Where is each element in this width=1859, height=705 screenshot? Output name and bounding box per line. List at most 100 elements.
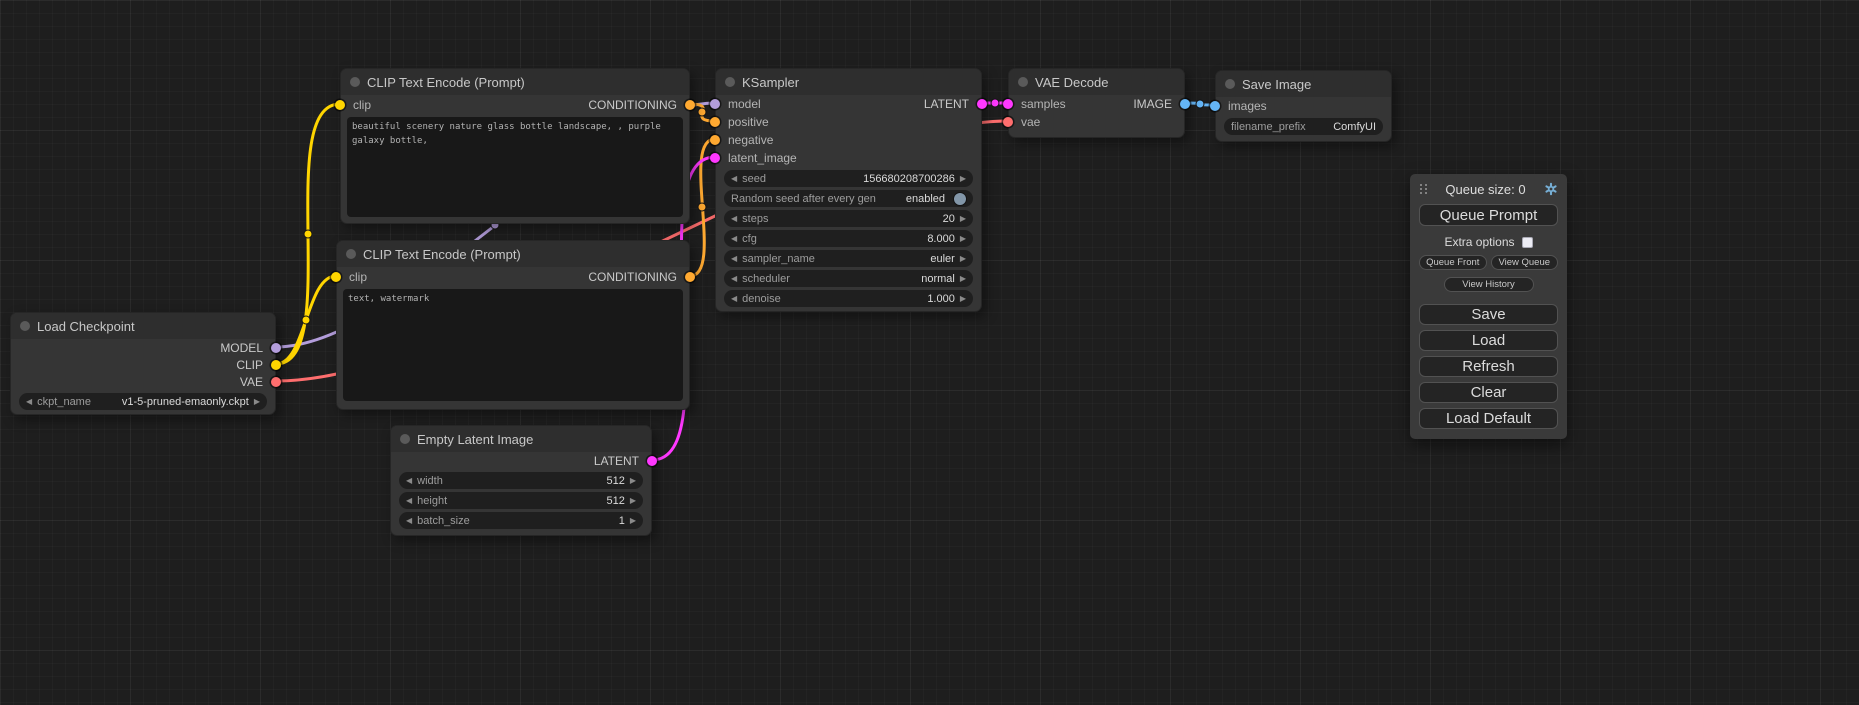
prompt-textarea[interactable]: beautiful scenery nature glass bottle la…	[347, 117, 683, 217]
decrement-arrow-icon[interactable]: ◀	[731, 175, 737, 183]
output-port-latent[interactable]	[977, 99, 987, 109]
increment-arrow-icon[interactable]: ▶	[960, 255, 966, 263]
node-clip-text-encode-negative[interactable]: CLIP Text Encode (Prompt) clip CONDITION…	[336, 240, 690, 410]
decrement-arrow-icon[interactable]: ◀	[731, 295, 737, 303]
widget-denoise[interactable]: ◀ denoise 1.000 ▶	[724, 290, 973, 307]
input-port-clip[interactable]	[331, 272, 341, 282]
node-load-checkpoint[interactable]: Load Checkpoint MODEL CLIP VAE ◀ ckpt_na…	[10, 312, 276, 415]
increment-arrow-icon[interactable]: ▶	[630, 497, 636, 505]
vae-decode-title-bar[interactable]: VAE Decode	[1009, 69, 1184, 95]
output-port-image[interactable]	[1180, 99, 1190, 109]
widget-value: 512	[606, 495, 624, 507]
queue-prompt-button[interactable]: Queue Prompt	[1419, 204, 1558, 226]
clip-encode-negative-title-bar[interactable]: CLIP Text Encode (Prompt)	[337, 241, 689, 267]
empty-latent-title-bar[interactable]: Empty Latent Image	[391, 426, 651, 452]
clip-encode-positive-title-bar[interactable]: CLIP Text Encode (Prompt)	[341, 69, 689, 95]
increment-arrow-icon[interactable]: ▶	[960, 235, 966, 243]
extra-options-label: Extra options	[1444, 235, 1514, 249]
input-port-clip[interactable]	[335, 100, 345, 110]
slot-row-clip-conditioning: clip CONDITIONING	[341, 95, 689, 115]
slot-row-vae: vae	[1009, 113, 1184, 131]
input-port-positive[interactable]	[710, 117, 720, 127]
decrement-arrow-icon[interactable]: ◀	[406, 517, 412, 525]
widget-label: seed	[742, 173, 766, 185]
node-title: Empty Latent Image	[417, 432, 533, 447]
ksampler-title-bar[interactable]: KSampler	[716, 69, 981, 95]
widget-value: ComfyUI	[1333, 121, 1376, 133]
output-port-latent[interactable]	[647, 456, 657, 466]
increment-arrow-icon[interactable]: ▶	[960, 295, 966, 303]
load-button[interactable]: Load	[1419, 330, 1558, 351]
node-save-image[interactable]: Save Image images filename_prefix ComfyU…	[1215, 70, 1392, 142]
widget-value: 1.000	[927, 293, 955, 305]
toggle-knob-icon[interactable]	[954, 193, 966, 205]
save-image-title-bar[interactable]: Save Image	[1216, 71, 1391, 97]
settings-gear-icon[interactable]	[1543, 182, 1558, 197]
decrement-arrow-icon[interactable]: ◀	[731, 235, 737, 243]
decrement-arrow-icon[interactable]: ◀	[406, 497, 412, 505]
widget-sampler-name[interactable]: ◀ sampler_name euler ▶	[724, 250, 973, 267]
save-button[interactable]: Save	[1419, 304, 1558, 325]
widget-value: v1-5-pruned-emaonly.ckpt	[122, 396, 249, 408]
decrement-arrow-icon[interactable]: ◀	[731, 255, 737, 263]
collapse-dot[interactable]	[725, 77, 735, 87]
output-port-model[interactable]	[271, 343, 281, 353]
widget-value: 20	[943, 213, 955, 225]
widget-random-seed-toggle[interactable]: Random seed after every gen enabled	[724, 190, 973, 207]
widget-batch-size[interactable]: ◀ batch_size 1 ▶	[399, 512, 643, 529]
slot-row-samples-image: samples IMAGE	[1009, 95, 1184, 113]
graph-canvas[interactable]: Load Checkpoint MODEL CLIP VAE ◀ ckpt_na…	[0, 0, 1859, 705]
collapse-dot[interactable]	[400, 434, 410, 444]
decrement-arrow-icon[interactable]: ◀	[731, 275, 737, 283]
widget-scheduler[interactable]: ◀ scheduler normal ▶	[724, 270, 973, 287]
prompt-textarea[interactable]: text, watermark	[343, 289, 683, 401]
decrement-arrow-icon[interactable]: ◀	[731, 215, 737, 223]
link-midpoint-dot	[698, 108, 706, 116]
widget-width[interactable]: ◀ width 512 ▶	[399, 472, 643, 489]
increment-arrow-icon[interactable]: ▶	[960, 215, 966, 223]
drag-handle-icon[interactable]	[1419, 183, 1428, 195]
output-port-conditioning[interactable]	[685, 272, 695, 282]
input-port-samples[interactable]	[1003, 99, 1013, 109]
output-port-conditioning[interactable]	[685, 100, 695, 110]
collapse-dot[interactable]	[1018, 77, 1028, 87]
node-vae-decode[interactable]: VAE Decode samples IMAGE vae	[1008, 68, 1185, 138]
increment-arrow-icon[interactable]: ▶	[630, 477, 636, 485]
input-label-clip: clip	[349, 270, 367, 284]
widget-cfg[interactable]: ◀ cfg 8.000 ▶	[724, 230, 973, 247]
slot-row-clip-conditioning: clip CONDITIONING	[337, 267, 689, 287]
output-port-clip[interactable]	[271, 360, 281, 370]
widget-filename-prefix[interactable]: filename_prefix ComfyUI	[1224, 118, 1383, 135]
node-ksampler[interactable]: KSampler model LATENT positive negative …	[715, 68, 982, 312]
collapse-dot[interactable]	[346, 249, 356, 259]
widget-ckpt-name[interactable]: ◀ ckpt_name v1-5-pruned-emaonly.ckpt ▶	[19, 393, 267, 410]
collapse-dot[interactable]	[1225, 79, 1235, 89]
view-history-button[interactable]: View History	[1444, 277, 1534, 292]
increment-arrow-icon[interactable]: ▶	[254, 398, 260, 406]
input-port-vae[interactable]	[1003, 117, 1013, 127]
input-port-images[interactable]	[1210, 101, 1220, 111]
input-port-latent-image[interactable]	[710, 153, 720, 163]
widget-steps[interactable]: ◀ steps 20 ▶	[724, 210, 973, 227]
load-checkpoint-title-bar[interactable]: Load Checkpoint	[11, 313, 275, 339]
view-queue-button[interactable]: View Queue	[1491, 255, 1559, 270]
increment-arrow-icon[interactable]: ▶	[630, 517, 636, 525]
input-port-model[interactable]	[710, 99, 720, 109]
extra-options-checkbox[interactable]	[1522, 237, 1533, 248]
widget-seed[interactable]: ◀ seed 156680208700286 ▶	[724, 170, 973, 187]
collapse-dot[interactable]	[350, 77, 360, 87]
increment-arrow-icon[interactable]: ▶	[960, 275, 966, 283]
node-empty-latent-image[interactable]: Empty Latent Image LATENT ◀ width 512 ▶ …	[390, 425, 652, 536]
clear-button[interactable]: Clear	[1419, 382, 1558, 403]
node-clip-text-encode-positive[interactable]: CLIP Text Encode (Prompt) clip CONDITION…	[340, 68, 690, 224]
collapse-dot[interactable]	[20, 321, 30, 331]
decrement-arrow-icon[interactable]: ◀	[406, 477, 412, 485]
output-port-vae[interactable]	[271, 377, 281, 387]
input-port-negative[interactable]	[710, 135, 720, 145]
queue-front-button[interactable]: Queue Front	[1419, 255, 1487, 270]
decrement-arrow-icon[interactable]: ◀	[26, 398, 32, 406]
load-default-button[interactable]: Load Default	[1419, 408, 1558, 429]
refresh-button[interactable]: Refresh	[1419, 356, 1558, 377]
widget-height[interactable]: ◀ height 512 ▶	[399, 492, 643, 509]
increment-arrow-icon[interactable]: ▶	[960, 175, 966, 183]
